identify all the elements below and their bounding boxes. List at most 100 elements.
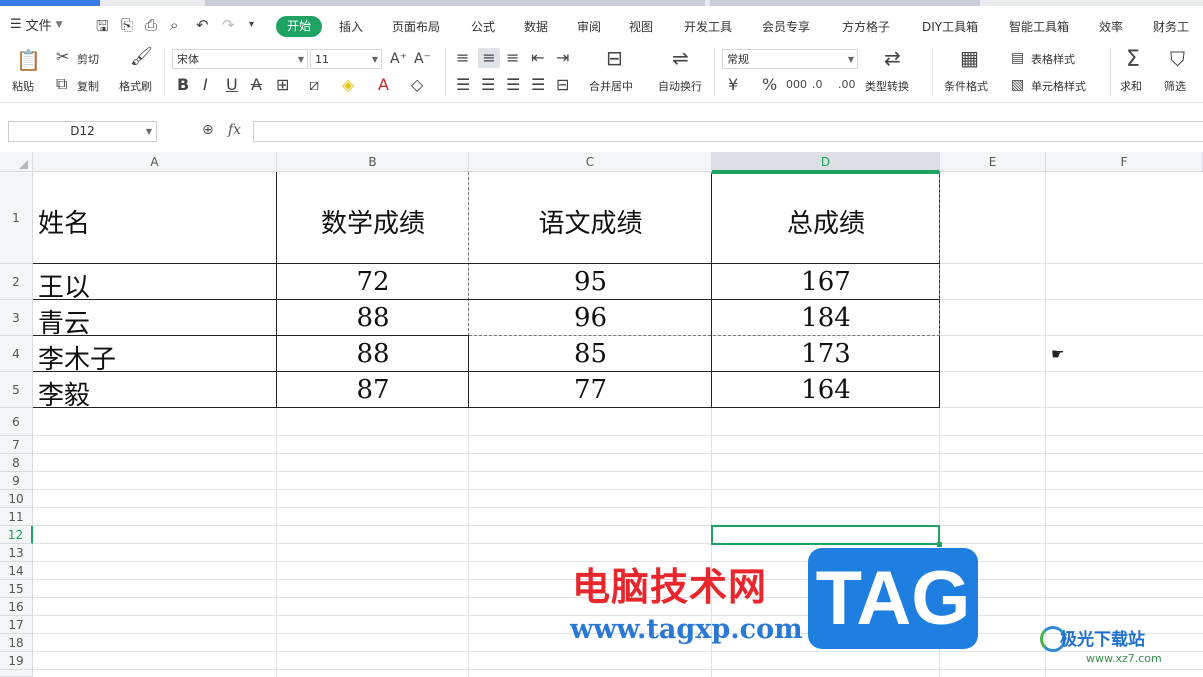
indent-increase-icon[interactable]: ⇥ xyxy=(556,50,569,66)
formula-input[interactable] xyxy=(253,121,1203,142)
cell-d4[interactable]: 173 xyxy=(712,339,940,369)
cell-b5[interactable]: 87 xyxy=(277,375,469,405)
cell-d3[interactable]: 184 xyxy=(712,303,940,333)
currency-icon[interactable]: ¥ xyxy=(728,77,738,93)
row-header[interactable]: 18 xyxy=(0,634,33,652)
tab-view[interactable]: 视图 xyxy=(629,18,653,35)
row-header[interactable]: 13 xyxy=(0,544,33,562)
redo-icon[interactable]: ↷ xyxy=(222,16,235,34)
copy-button[interactable]: 复制 xyxy=(77,78,99,94)
column-header-b[interactable]: B xyxy=(277,152,469,172)
font-size-select[interactable]: 11 ▼ xyxy=(310,49,382,69)
tab-data[interactable]: 数据 xyxy=(524,18,548,35)
cell-b1[interactable]: 数学成绩 xyxy=(277,203,469,240)
tab-home[interactable]: 开始 xyxy=(276,16,322,37)
border-icon[interactable]: ⊞ xyxy=(276,77,289,93)
cell-c5[interactable]: 77 xyxy=(469,375,712,405)
tab-insert[interactable]: 插入 xyxy=(339,18,363,35)
format-painter-button[interactable]: 格式刷 xyxy=(119,78,152,94)
increase-decimal-icon[interactable]: .0 xyxy=(812,77,823,93)
print-preview-icon[interactable]: ⌕ xyxy=(170,16,178,34)
cell-d5[interactable]: 164 xyxy=(712,375,940,405)
cut-button[interactable]: 剪切 xyxy=(77,51,99,67)
distributed-align-icon[interactable]: ⊟ xyxy=(556,77,569,93)
fill-pattern-icon[interactable]: ⧄ xyxy=(309,77,319,93)
column-header-d[interactable]: D xyxy=(712,152,940,172)
strikethrough-icon[interactable]: A xyxy=(251,77,262,93)
row-header[interactable] xyxy=(0,670,33,677)
bold-icon[interactable]: B xyxy=(177,77,189,93)
align-bottom-icon[interactable]: ≡ xyxy=(506,50,519,66)
align-top-icon[interactable]: ≡ xyxy=(456,50,469,66)
customize-quick-access-icon[interactable]: ▾ xyxy=(249,19,254,30)
justify-icon[interactable]: ☰ xyxy=(531,77,545,93)
thousands-separator-icon[interactable]: 000 xyxy=(786,77,807,93)
row-header[interactable]: 10 xyxy=(0,490,33,508)
tab-diy-toolbox[interactable]: DIY工具箱 xyxy=(922,18,978,35)
column-header-c[interactable]: C xyxy=(469,152,712,172)
decrease-font-icon[interactable]: A⁻ xyxy=(414,51,431,67)
row-header[interactable]: 17 xyxy=(0,616,33,634)
cell-b2[interactable]: 72 xyxy=(277,267,469,297)
tab-finance[interactable]: 财务工 xyxy=(1153,18,1189,35)
cell-style-button[interactable]: 单元格样式 xyxy=(1031,78,1086,94)
tab-fangfang[interactable]: 方方格子 xyxy=(842,18,890,35)
increase-font-icon[interactable]: A⁺ xyxy=(390,51,407,67)
row-header[interactable]: 7 xyxy=(0,436,33,454)
align-center-icon[interactable]: ☰ xyxy=(481,77,495,93)
cell-a3[interactable]: 青云 xyxy=(38,303,90,340)
row-header[interactable]: 3 xyxy=(0,300,33,336)
zoom-icon[interactable]: ⊕ xyxy=(202,122,214,138)
column-header-a[interactable]: A xyxy=(33,152,277,172)
cell-c2[interactable]: 95 xyxy=(469,267,712,297)
undo-icon[interactable]: ↶ xyxy=(196,16,209,34)
fx-button[interactable]: fx xyxy=(228,122,241,138)
row-header[interactable]: 15 xyxy=(0,580,33,598)
row-header[interactable]: 9 xyxy=(0,472,33,490)
cell-d1[interactable]: 总成绩 xyxy=(712,203,940,240)
tab-formulas[interactable]: 公式 xyxy=(471,18,495,35)
indent-decrease-icon[interactable]: ⇤ xyxy=(531,50,544,66)
cell-a2[interactable]: 王以 xyxy=(38,267,90,304)
underline-icon[interactable]: U xyxy=(226,77,238,93)
paste-icon[interactable]: 📋 xyxy=(16,50,41,70)
row-header[interactable]: 4 xyxy=(0,336,33,372)
select-all-corner[interactable] xyxy=(0,152,33,172)
cell-d2[interactable]: 167 xyxy=(712,267,940,297)
tab-developer[interactable]: 开发工具 xyxy=(684,18,732,35)
number-format-select[interactable]: 常规 ▼ xyxy=(722,49,858,69)
row-header[interactable]: 14 xyxy=(0,562,33,580)
font-color-icon[interactable]: A xyxy=(378,77,389,93)
row-header[interactable]: 5 xyxy=(0,372,33,408)
merge-center-button[interactable]: 合并居中 xyxy=(589,78,633,94)
align-right-icon[interactable]: ☰ xyxy=(506,77,520,93)
row-header[interactable]: 6 xyxy=(0,408,33,436)
cell-c3[interactable]: 96 xyxy=(469,303,712,333)
fill-color-icon[interactable]: ◈ xyxy=(342,77,354,93)
column-header-f[interactable]: F xyxy=(1046,152,1203,172)
row-header[interactable]: 1 xyxy=(0,172,33,264)
cell-a4[interactable]: 李木子 xyxy=(38,339,116,376)
filter-button[interactable]: 筛选 xyxy=(1164,78,1186,94)
print-icon[interactable]: ⎙ xyxy=(145,16,157,34)
font-name-select[interactable]: 宋体 ▼ xyxy=(172,49,308,69)
conditional-format-button[interactable]: 条件格式 xyxy=(944,78,988,94)
wrap-text-button[interactable]: 自动换行 xyxy=(658,78,702,94)
row-header[interactable]: 2 xyxy=(0,264,33,300)
table-style-button[interactable]: 表格样式 xyxy=(1031,51,1075,67)
paste-button[interactable]: 粘贴 xyxy=(12,78,34,94)
tab-member[interactable]: 会员专享 xyxy=(762,18,810,35)
tab-smart-toolbox[interactable]: 智能工具箱 xyxy=(1009,18,1069,35)
italic-icon[interactable]: I xyxy=(203,77,208,93)
cell-c1[interactable]: 语文成绩 xyxy=(469,203,712,240)
tab-efficiency[interactable]: 效率 xyxy=(1099,18,1123,35)
row-header[interactable]: 12 xyxy=(0,526,33,544)
sum-button[interactable]: 求和 xyxy=(1120,78,1142,94)
row-header[interactable]: 19 xyxy=(0,652,33,670)
cell-a1[interactable]: 姓名 xyxy=(38,203,90,240)
active-cell-d12[interactable] xyxy=(711,525,942,547)
cell-a5[interactable]: 李毅 xyxy=(38,375,90,412)
percent-icon[interactable]: % xyxy=(762,77,777,93)
column-header-e[interactable]: E xyxy=(940,152,1046,172)
align-left-icon[interactable]: ☰ xyxy=(456,77,470,93)
